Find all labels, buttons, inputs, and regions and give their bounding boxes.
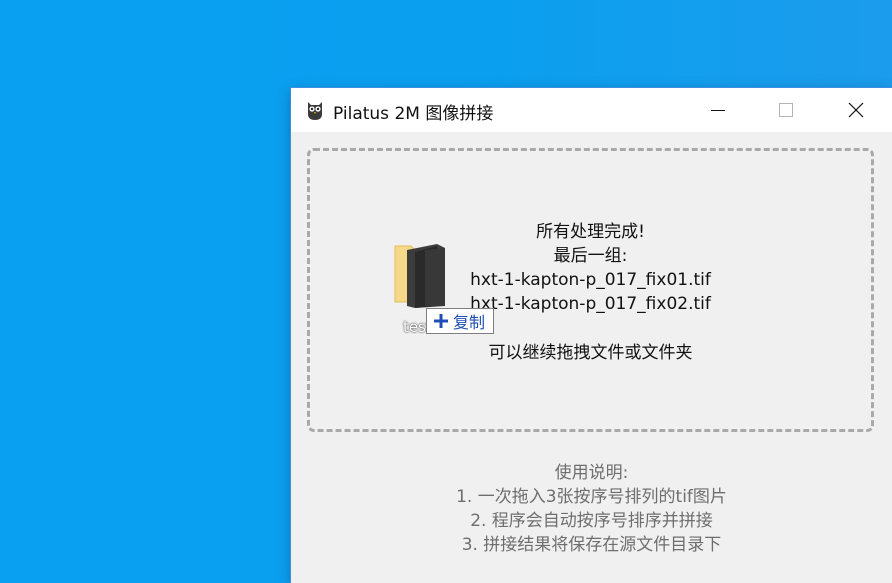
app-window: Pilatus 2M 图像拼接 所有处理完成! 最后一组: hxt-1-kapt… xyxy=(291,88,892,583)
close-button[interactable] xyxy=(833,88,879,132)
window-title: Pilatus 2M 图像拼接 xyxy=(333,104,494,124)
minimize-icon xyxy=(711,110,725,111)
copy-action-label: 复制 xyxy=(453,313,486,332)
instruction-step-3: 3. 拼接结果将保存在源文件目录下 xyxy=(461,535,722,555)
maximize-button[interactable] xyxy=(763,88,809,132)
close-icon xyxy=(848,102,864,118)
instruction-step-2: 2. 程序会自动按序号排序并拼接 xyxy=(470,511,713,531)
owl-icon xyxy=(308,102,322,120)
instruction-step-1: 1. 一次拖入3张按序号排列的tif图片 xyxy=(456,487,727,507)
title-bar[interactable]: Pilatus 2M 图像拼接 xyxy=(291,88,892,132)
minimize-button[interactable] xyxy=(695,88,741,132)
drag-copy-tooltip: 复制 xyxy=(426,308,495,334)
folder-icon xyxy=(394,244,445,308)
drop-hint: 可以继续拖拽文件或文件夹 xyxy=(488,343,693,363)
plus-icon xyxy=(434,314,448,328)
instructions-title: 使用说明: xyxy=(554,463,629,483)
maximize-icon xyxy=(779,103,793,117)
